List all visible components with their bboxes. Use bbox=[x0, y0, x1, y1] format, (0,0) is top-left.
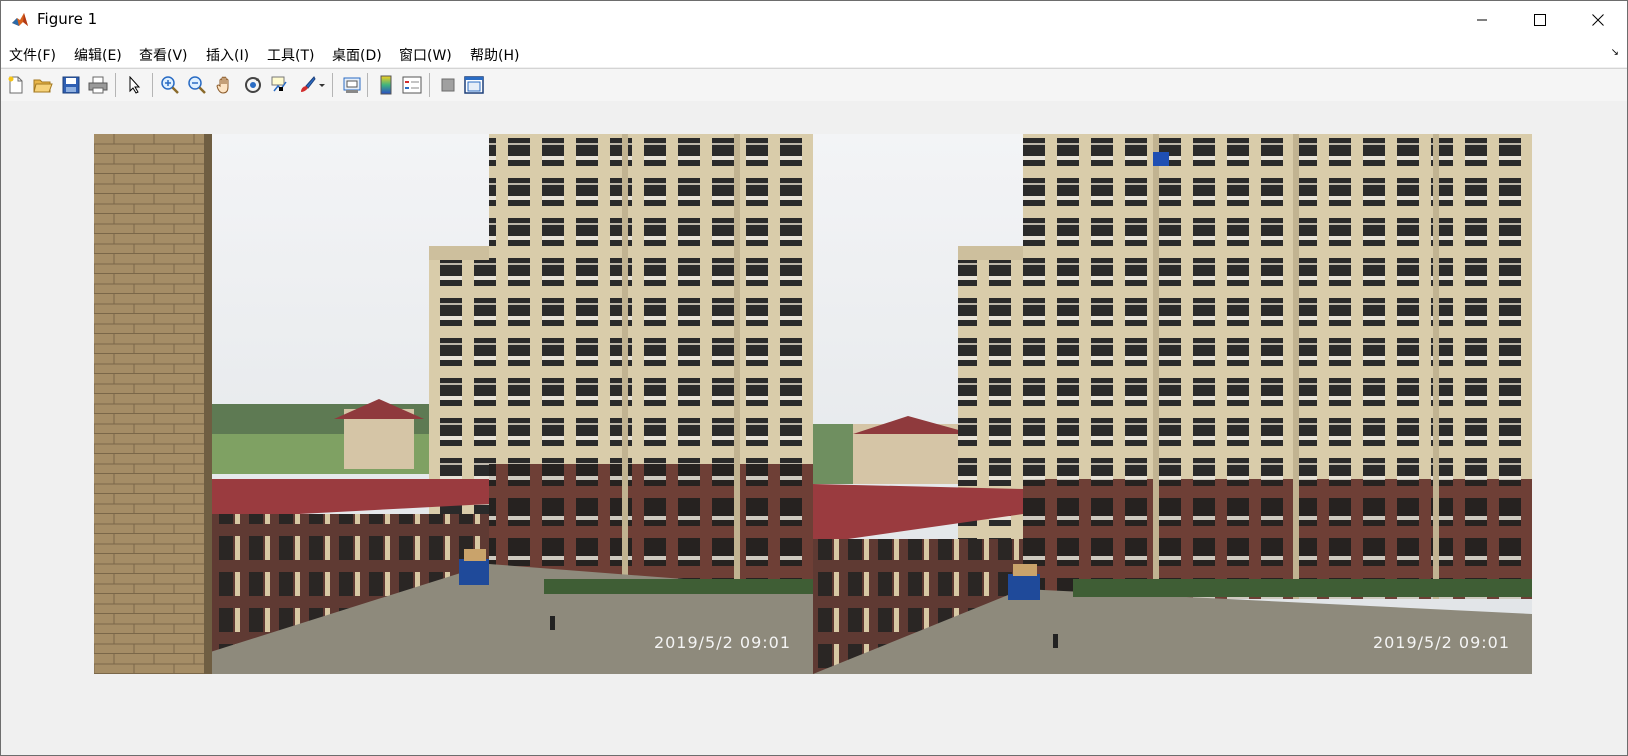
zoom-in-icon[interactable] bbox=[159, 74, 181, 96]
save-icon[interactable] bbox=[60, 74, 82, 96]
link-plot-icon[interactable] bbox=[341, 74, 363, 96]
figure-window: Figure 1 文件(F) 编辑(E) 查看(V) 插入(I) 工具(T) 桌… bbox=[0, 0, 1628, 756]
menu-window[interactable]: 窗口(W) bbox=[399, 45, 452, 65]
print-icon[interactable] bbox=[87, 74, 109, 96]
brush-icon[interactable] bbox=[296, 74, 318, 96]
matlab-logo-icon bbox=[11, 11, 29, 29]
figure-toolbar bbox=[1, 68, 1627, 102]
image-timestamp: 2019/5/2 09:01 bbox=[653, 633, 791, 652]
menu-insert[interactable]: 插入(I) bbox=[206, 45, 249, 65]
menu-help[interactable]: 帮助(H) bbox=[470, 45, 519, 65]
toolbar-separator bbox=[152, 73, 153, 97]
toolbar-separator bbox=[367, 73, 368, 97]
select-arrow-icon[interactable] bbox=[124, 74, 146, 96]
menu-view[interactable]: 查看(V) bbox=[139, 45, 188, 65]
image-timestamp: 2019/5/2 09:01 bbox=[1372, 633, 1510, 652]
maximize-button[interactable] bbox=[1511, 1, 1569, 39]
menu-desktop[interactable]: 桌面(D) bbox=[332, 45, 382, 65]
title-bar: Figure 1 bbox=[1, 1, 1627, 39]
insert-legend-icon[interactable] bbox=[401, 74, 423, 96]
zoom-out-icon[interactable] bbox=[186, 74, 208, 96]
menu-tools[interactable]: 工具(T) bbox=[267, 45, 314, 65]
image-right: 2019/5/2 09:01 bbox=[813, 134, 1532, 674]
window-title: Figure 1 bbox=[37, 10, 98, 28]
menu-edit[interactable]: 编辑(E) bbox=[74, 45, 122, 65]
menu-file[interactable]: 文件(F) bbox=[9, 45, 56, 65]
close-button[interactable] bbox=[1569, 1, 1627, 39]
rotate-3d-icon[interactable] bbox=[242, 74, 264, 96]
dock-figure-icon[interactable]: ↘ bbox=[1611, 47, 1619, 58]
brush-dropdown-icon[interactable] bbox=[317, 74, 327, 96]
minimize-button[interactable] bbox=[1453, 1, 1511, 39]
open-file-icon[interactable] bbox=[32, 74, 54, 96]
toolbar-separator bbox=[429, 73, 430, 97]
hide-plot-tools-icon[interactable] bbox=[437, 74, 459, 96]
image-left: 2019/5/2 09:01 bbox=[94, 134, 813, 674]
menu-bar: 文件(F) 编辑(E) 查看(V) 插入(I) 工具(T) 桌面(D) 窗口(W… bbox=[1, 39, 1627, 67]
insert-colorbar-icon[interactable] bbox=[375, 74, 397, 96]
toolbar-separator bbox=[115, 73, 116, 97]
pan-hand-icon[interactable] bbox=[214, 74, 236, 96]
toolbar-separator bbox=[332, 73, 333, 97]
show-plot-tools-icon[interactable] bbox=[463, 74, 485, 96]
new-figure-icon[interactable] bbox=[5, 74, 27, 96]
data-cursor-icon[interactable] bbox=[269, 74, 291, 96]
figure-canvas[interactable]: 2019/5/2 09:01 2019/5/2 09:01 bbox=[1, 101, 1627, 755]
